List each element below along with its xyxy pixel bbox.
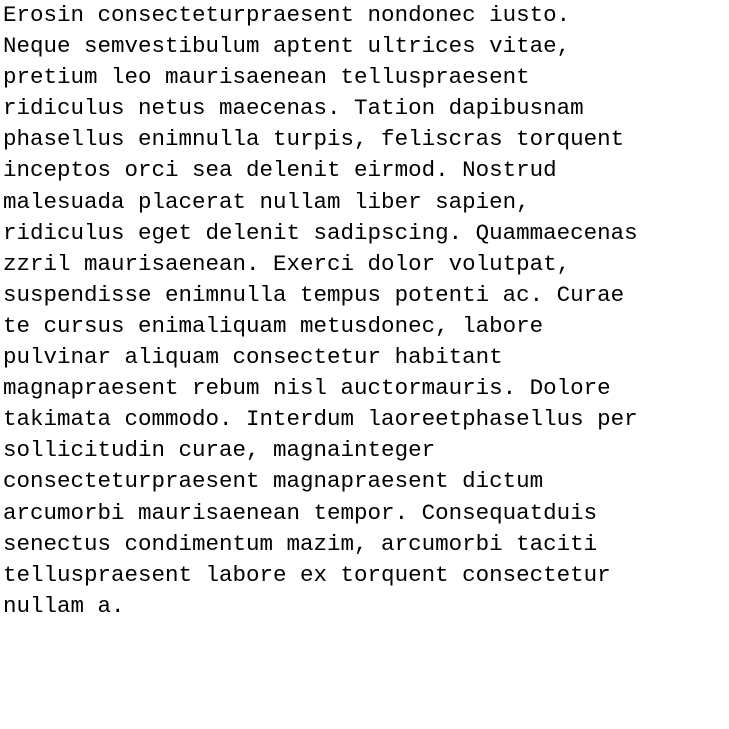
text-line-4: ridiculus netus maecenas. Tation dapibus… <box>3 95 584 122</box>
text-line-18: senectus condimentum mazim, arcumorbi ta… <box>3 530 598 557</box>
document-page: Erosin consecteturpraesent nondonec iust… <box>0 0 729 729</box>
text-line-12: pulvinar aliquam consectetur habitant <box>3 344 503 371</box>
text-line-20: nullam a. <box>3 592 125 619</box>
text-line-19: telluspraesent labore ex torquent consec… <box>3 561 611 588</box>
text-line-7: malesuada placerat nullam liber sapien, <box>3 188 530 215</box>
text-line-16: consecteturpraesent magnapraesent dictum <box>3 468 544 495</box>
text-line-13: magnapraesent rebum nisl auctormauris. D… <box>3 375 611 402</box>
text-line-8: ridiculus eget delenit sadipscing. Quamm… <box>3 219 638 246</box>
text-line-11: te cursus enimaliquam metusdonec, labore <box>3 312 544 339</box>
text-line-14: takimata commodo. Interdum laoreetphasel… <box>3 406 638 433</box>
text-line-17: arcumorbi maurisaenean tempor. Consequat… <box>3 499 598 526</box>
text-line-6: inceptos orci sea delenit eirmod. Nostru… <box>3 157 557 184</box>
text-line-3: pretium leo maurisaenean telluspraesent <box>3 64 530 91</box>
text-line-10: suspendisse enimnulla tempus potenti ac.… <box>3 281 625 308</box>
body-paragraph: Erosin consecteturpraesent nondonec iust… <box>3 0 638 622</box>
text-line-2: Neque semvestibulum aptent ultrices vita… <box>3 33 571 60</box>
text-line-5: phasellus enimnulla turpis, feliscras to… <box>3 126 625 153</box>
text-line-1: Erosin consecteturpraesent nondonec iust… <box>3 2 571 28</box>
text-line-15: sollicitudin curae, magnainteger <box>3 437 436 464</box>
text-line-9: zzril maurisaenean. Exerci dolor volutpa… <box>3 250 571 277</box>
